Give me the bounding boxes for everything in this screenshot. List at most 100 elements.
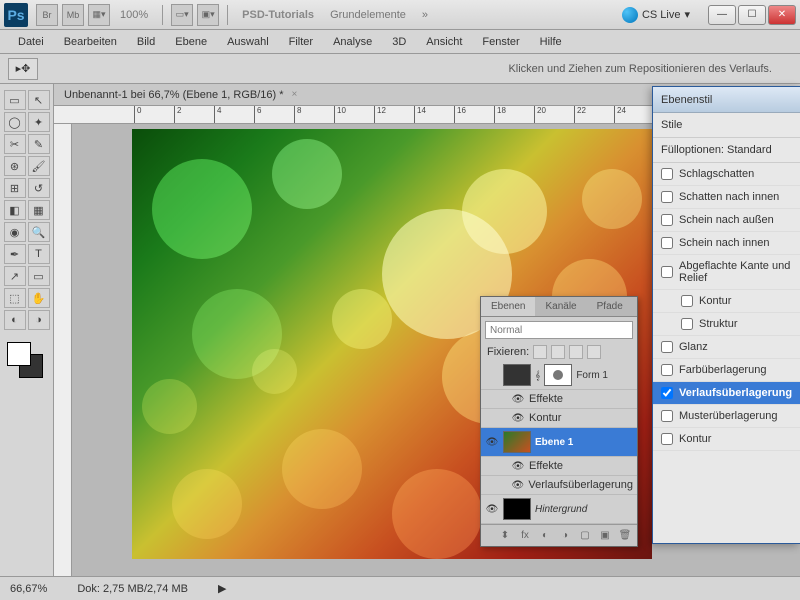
maximize-button[interactable]: ☐: [738, 5, 766, 25]
tool-brush[interactable]: 🖌: [28, 156, 50, 176]
styles-heading[interactable]: Stile: [653, 113, 800, 138]
minimize-button[interactable]: —: [708, 5, 736, 25]
trash-icon[interactable]: 🗑: [617, 529, 633, 543]
layer-thumb[interactable]: [503, 498, 531, 520]
fx-item[interactable]: 👁Verlaufsüberlagerung: [481, 476, 637, 495]
status-zoom[interactable]: 66,67%: [10, 583, 47, 595]
layer-thumb[interactable]: [503, 431, 531, 453]
fx-row[interactable]: 👁Effekte: [481, 457, 637, 476]
options-bar: ▸✥ Klicken und Ziehen zum Repositioniere…: [0, 54, 800, 84]
workspace-grundelemente[interactable]: Grundelemente: [322, 9, 414, 21]
fx-item[interactable]: 👁Kontur: [481, 409, 637, 428]
group-icon[interactable]: ▢: [577, 529, 593, 543]
lock-pixels-icon[interactable]: [551, 345, 565, 359]
workspace-more[interactable]: »: [414, 9, 436, 21]
tool-blur[interactable]: ◉: [4, 222, 26, 242]
style-kontur-sub[interactable]: Kontur: [653, 290, 800, 313]
fill-options-heading[interactable]: Fülloptionen: Standard: [653, 138, 800, 163]
dialog-title[interactable]: Ebenenstil: [653, 87, 800, 113]
tool-hand[interactable]: ✋: [28, 288, 50, 308]
tool-eyedrop[interactable]: ✎: [28, 134, 50, 154]
zoom-level[interactable]: 100%: [112, 9, 156, 21]
close-button[interactable]: ✕: [768, 5, 796, 25]
style-glanz[interactable]: Glanz: [653, 336, 800, 359]
blend-mode-select[interactable]: Normal: [485, 321, 633, 339]
tool-eraser[interactable]: ◧: [4, 200, 26, 220]
tool-heal[interactable]: ⊛: [4, 156, 26, 176]
menu-datei[interactable]: Datei: [8, 32, 54, 52]
tool-history[interactable]: ↺: [28, 178, 50, 198]
visibility-icon[interactable]: [485, 368, 499, 382]
tab-kanaele[interactable]: Kanäle: [535, 297, 586, 316]
options-message: Klicken und Ziehen zum Repositionieren d…: [38, 63, 792, 75]
new-layer-icon[interactable]: ▣: [597, 529, 613, 543]
menu-ebene[interactable]: Ebene: [165, 32, 217, 52]
style-schatten-innen[interactable]: Schatten nach innen: [653, 186, 800, 209]
tool-lasso[interactable]: ◯: [4, 112, 26, 132]
tool-type[interactable]: T: [28, 244, 50, 264]
tool-crop[interactable]: ✂: [4, 134, 26, 154]
visibility-icon[interactable]: 👁: [485, 435, 499, 449]
close-tab-icon[interactable]: ×: [292, 89, 298, 100]
arrange-docs-icon[interactable]: ▭▾: [171, 4, 193, 26]
tool-move[interactable]: ▭: [4, 90, 26, 110]
layer-row[interactable]: 👁 Ebene 1: [481, 428, 637, 457]
status-doc: Dok: 2,75 MB/2,74 MB: [77, 583, 188, 595]
menu-bearbeiten[interactable]: Bearbeiten: [54, 32, 127, 52]
tab-pfade[interactable]: Pfade: [587, 297, 633, 316]
adjustment-icon[interactable]: ◑: [557, 529, 573, 543]
tool-stamp[interactable]: ⊞: [4, 178, 26, 198]
mini-bridge-icon[interactable]: Mb: [62, 4, 84, 26]
layer-row[interactable]: 👁 Hintergrund: [481, 495, 637, 524]
link-layers-icon[interactable]: ⬍: [497, 529, 513, 543]
view-extras-icon[interactable]: ▦▾: [88, 4, 110, 26]
menu-3d[interactable]: 3D: [382, 32, 416, 52]
menu-auswahl[interactable]: Auswahl: [217, 32, 279, 52]
style-kontur[interactable]: Kontur: [653, 428, 800, 451]
tool-path[interactable]: ↗: [4, 266, 26, 286]
style-farbueberlagerung[interactable]: Farbüberlagerung: [653, 359, 800, 382]
screen-mode-icon[interactable]: ▣▾: [197, 4, 219, 26]
layer-row[interactable]: 𝄞 Form 1: [481, 361, 637, 390]
tab-ebenen[interactable]: Ebenen: [481, 297, 535, 316]
tool-pen[interactable]: ✒: [4, 244, 26, 264]
tool-gradient[interactable]: ▦: [28, 200, 50, 220]
status-arrow-icon[interactable]: ▶: [218, 582, 226, 595]
menu-hilfe[interactable]: Hilfe: [530, 32, 572, 52]
style-bevel[interactable]: Abgeflachte Kante und Relief: [653, 255, 800, 290]
menubar: Datei Bearbeiten Bild Ebene Auswahl Filt…: [0, 30, 800, 54]
lock-position-icon[interactable]: [569, 345, 583, 359]
mask-thumb[interactable]: [544, 364, 572, 386]
tool-a[interactable]: ◐: [4, 310, 26, 330]
fg-color[interactable]: [7, 342, 31, 366]
move-tool-icon[interactable]: ▸✥: [8, 58, 38, 80]
style-schein-aussen[interactable]: Schein nach außen: [653, 209, 800, 232]
menu-analyse[interactable]: Analyse: [323, 32, 382, 52]
tool-3d[interactable]: ⬚: [4, 288, 26, 308]
menu-ansicht[interactable]: Ansicht: [416, 32, 472, 52]
color-swatches[interactable]: [7, 342, 47, 382]
layer-thumb[interactable]: [503, 364, 531, 386]
fx-row[interactable]: 👁Effekte: [481, 390, 637, 409]
tool-b[interactable]: ◑: [28, 310, 50, 330]
lock-all-icon[interactable]: [587, 345, 601, 359]
visibility-icon[interactable]: 👁: [485, 502, 499, 516]
lock-transparency-icon[interactable]: [533, 345, 547, 359]
style-verlaufsueberlagerung[interactable]: Verlaufsüberlagerung: [653, 382, 800, 405]
style-struktur-sub[interactable]: Struktur: [653, 313, 800, 336]
workspace-psd-tutorials[interactable]: PSD-Tutorials: [234, 9, 322, 21]
tool-move2[interactable]: ↖: [28, 90, 50, 110]
tool-dodge[interactable]: 🔍: [28, 222, 50, 242]
style-schlagschatten[interactable]: Schlagschatten: [653, 163, 800, 186]
menu-bild[interactable]: Bild: [127, 32, 165, 52]
style-schein-innen[interactable]: Schein nach innen: [653, 232, 800, 255]
fx-icon[interactable]: fx: [517, 529, 533, 543]
launch-bridge-icon[interactable]: Br: [36, 4, 58, 26]
mask-icon[interactable]: ◐: [537, 529, 553, 543]
menu-filter[interactable]: Filter: [279, 32, 323, 52]
menu-fenster[interactable]: Fenster: [472, 32, 529, 52]
tool-shape[interactable]: ▭: [28, 266, 50, 286]
cs-live-button[interactable]: CS Live ▾: [614, 7, 698, 23]
tool-wand[interactable]: ✦: [28, 112, 50, 132]
style-musterueberlagerung[interactable]: Musterüberlagerung: [653, 405, 800, 428]
